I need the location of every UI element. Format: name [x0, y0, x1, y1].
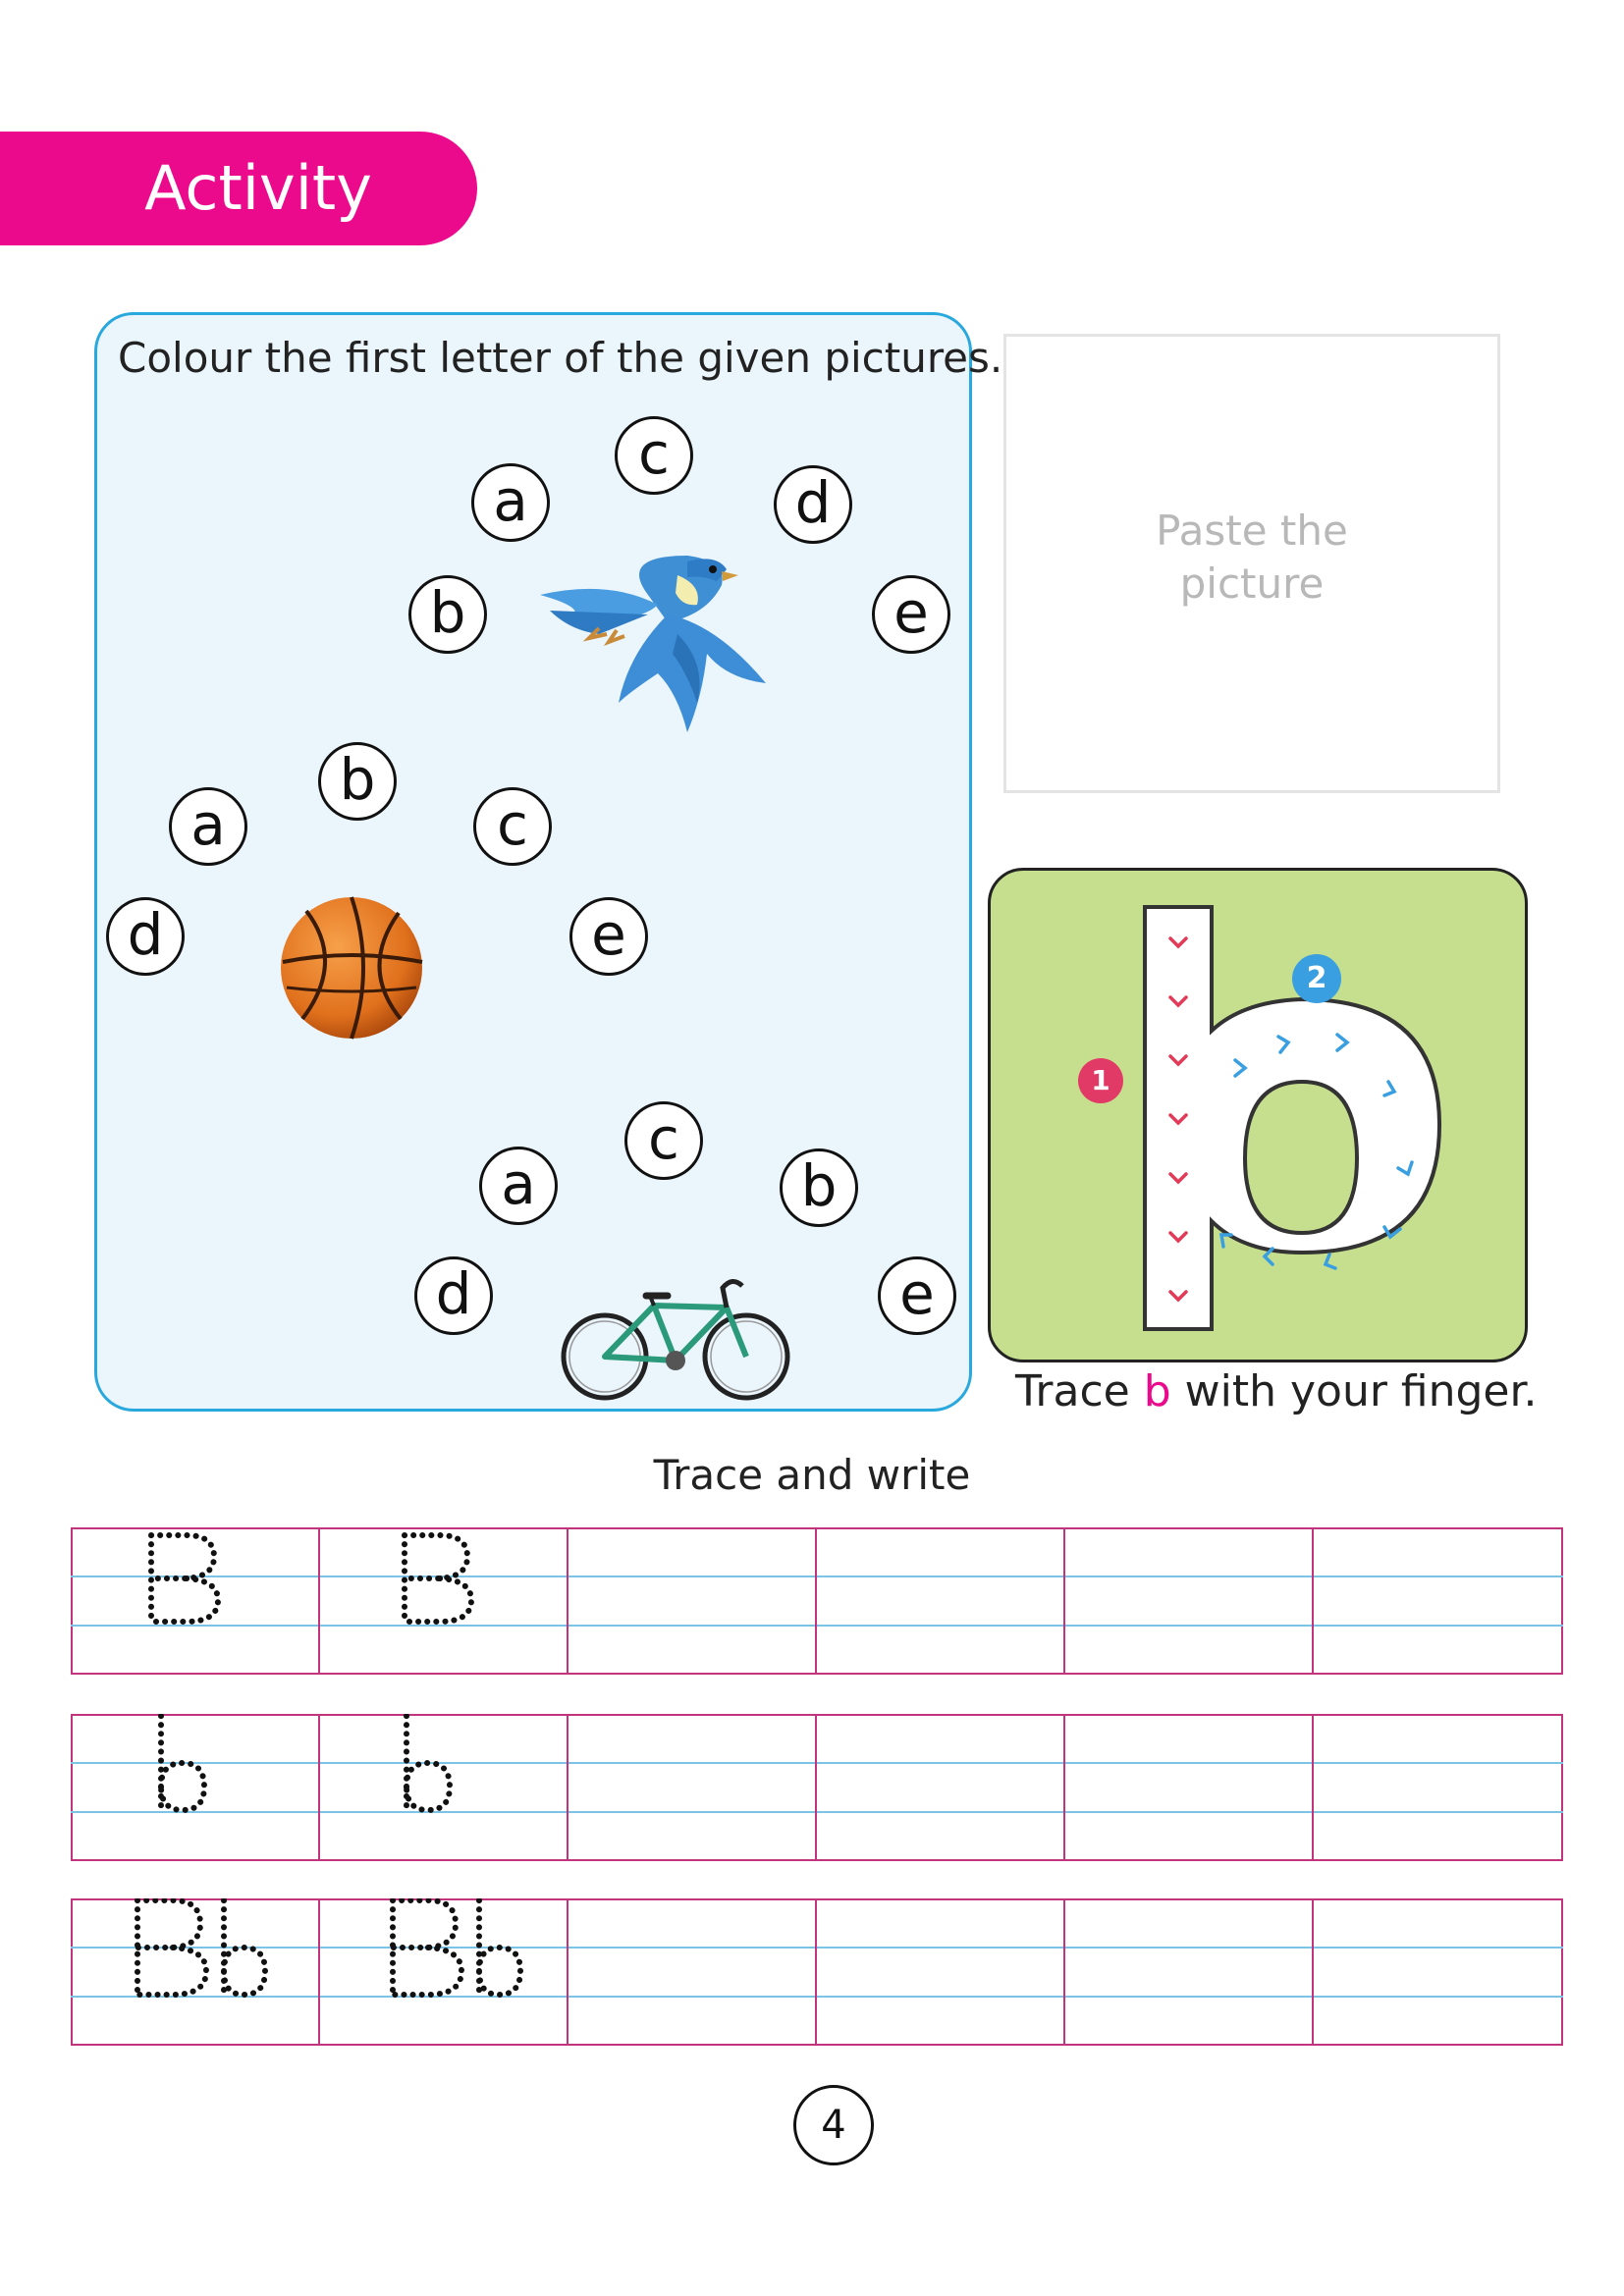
- letter-circle[interactable]: d: [774, 465, 852, 544]
- paste-picture-line1: Paste the: [1156, 507, 1348, 555]
- dotted-letter-B: [148, 1532, 475, 1625]
- letter-circle[interactable]: e: [878, 1256, 956, 1335]
- step-1-badge: 1: [1078, 1058, 1123, 1103]
- letter-circle[interactable]: e: [872, 575, 950, 654]
- letter-circle[interactable]: c: [615, 416, 693, 495]
- bird-image: [540, 556, 766, 732]
- colour-instruction: Colour the first letter of the given pic…: [118, 334, 1003, 382]
- page-number: 4: [793, 2085, 874, 2165]
- letter-circle[interactable]: d: [414, 1256, 493, 1335]
- caption-text-end: with your finger.: [1170, 1366, 1538, 1416]
- letter-circle[interactable]: a: [169, 787, 247, 866]
- caption-letter: b: [1143, 1366, 1171, 1416]
- letter-circle[interactable]: b: [408, 575, 487, 654]
- letter-circle[interactable]: a: [471, 463, 550, 542]
- trace-letter-b-shape: [1143, 905, 1442, 1331]
- dotted-letters-Bb: [135, 1898, 524, 1999]
- letter-circle[interactable]: b: [780, 1148, 858, 1227]
- letter-circle[interactable]: c: [624, 1101, 703, 1180]
- trace-and-write-heading: Trace and write: [653, 1451, 971, 1499]
- letter-circle[interactable]: a: [479, 1147, 558, 1225]
- basketball-image: [281, 896, 423, 1040]
- step-2-badge: 2: [1292, 954, 1341, 1003]
- letter-circle[interactable]: d: [106, 897, 185, 976]
- letter-circle[interactable]: b: [318, 742, 397, 821]
- paste-picture-label: Paste the picture: [1003, 505, 1500, 611]
- activity-title: Activity: [144, 152, 372, 224]
- bicycle-image: [561, 1279, 790, 1401]
- caption-text-start: Trace: [1015, 1366, 1144, 1416]
- finger-trace-caption: Trace b with your finger.: [1015, 1366, 1538, 1416]
- paste-picture-line2: picture: [1179, 560, 1325, 608]
- letter-circle[interactable]: e: [569, 897, 648, 976]
- letter-circle[interactable]: c: [473, 787, 552, 866]
- dotted-letter-b: [158, 1714, 454, 1814]
